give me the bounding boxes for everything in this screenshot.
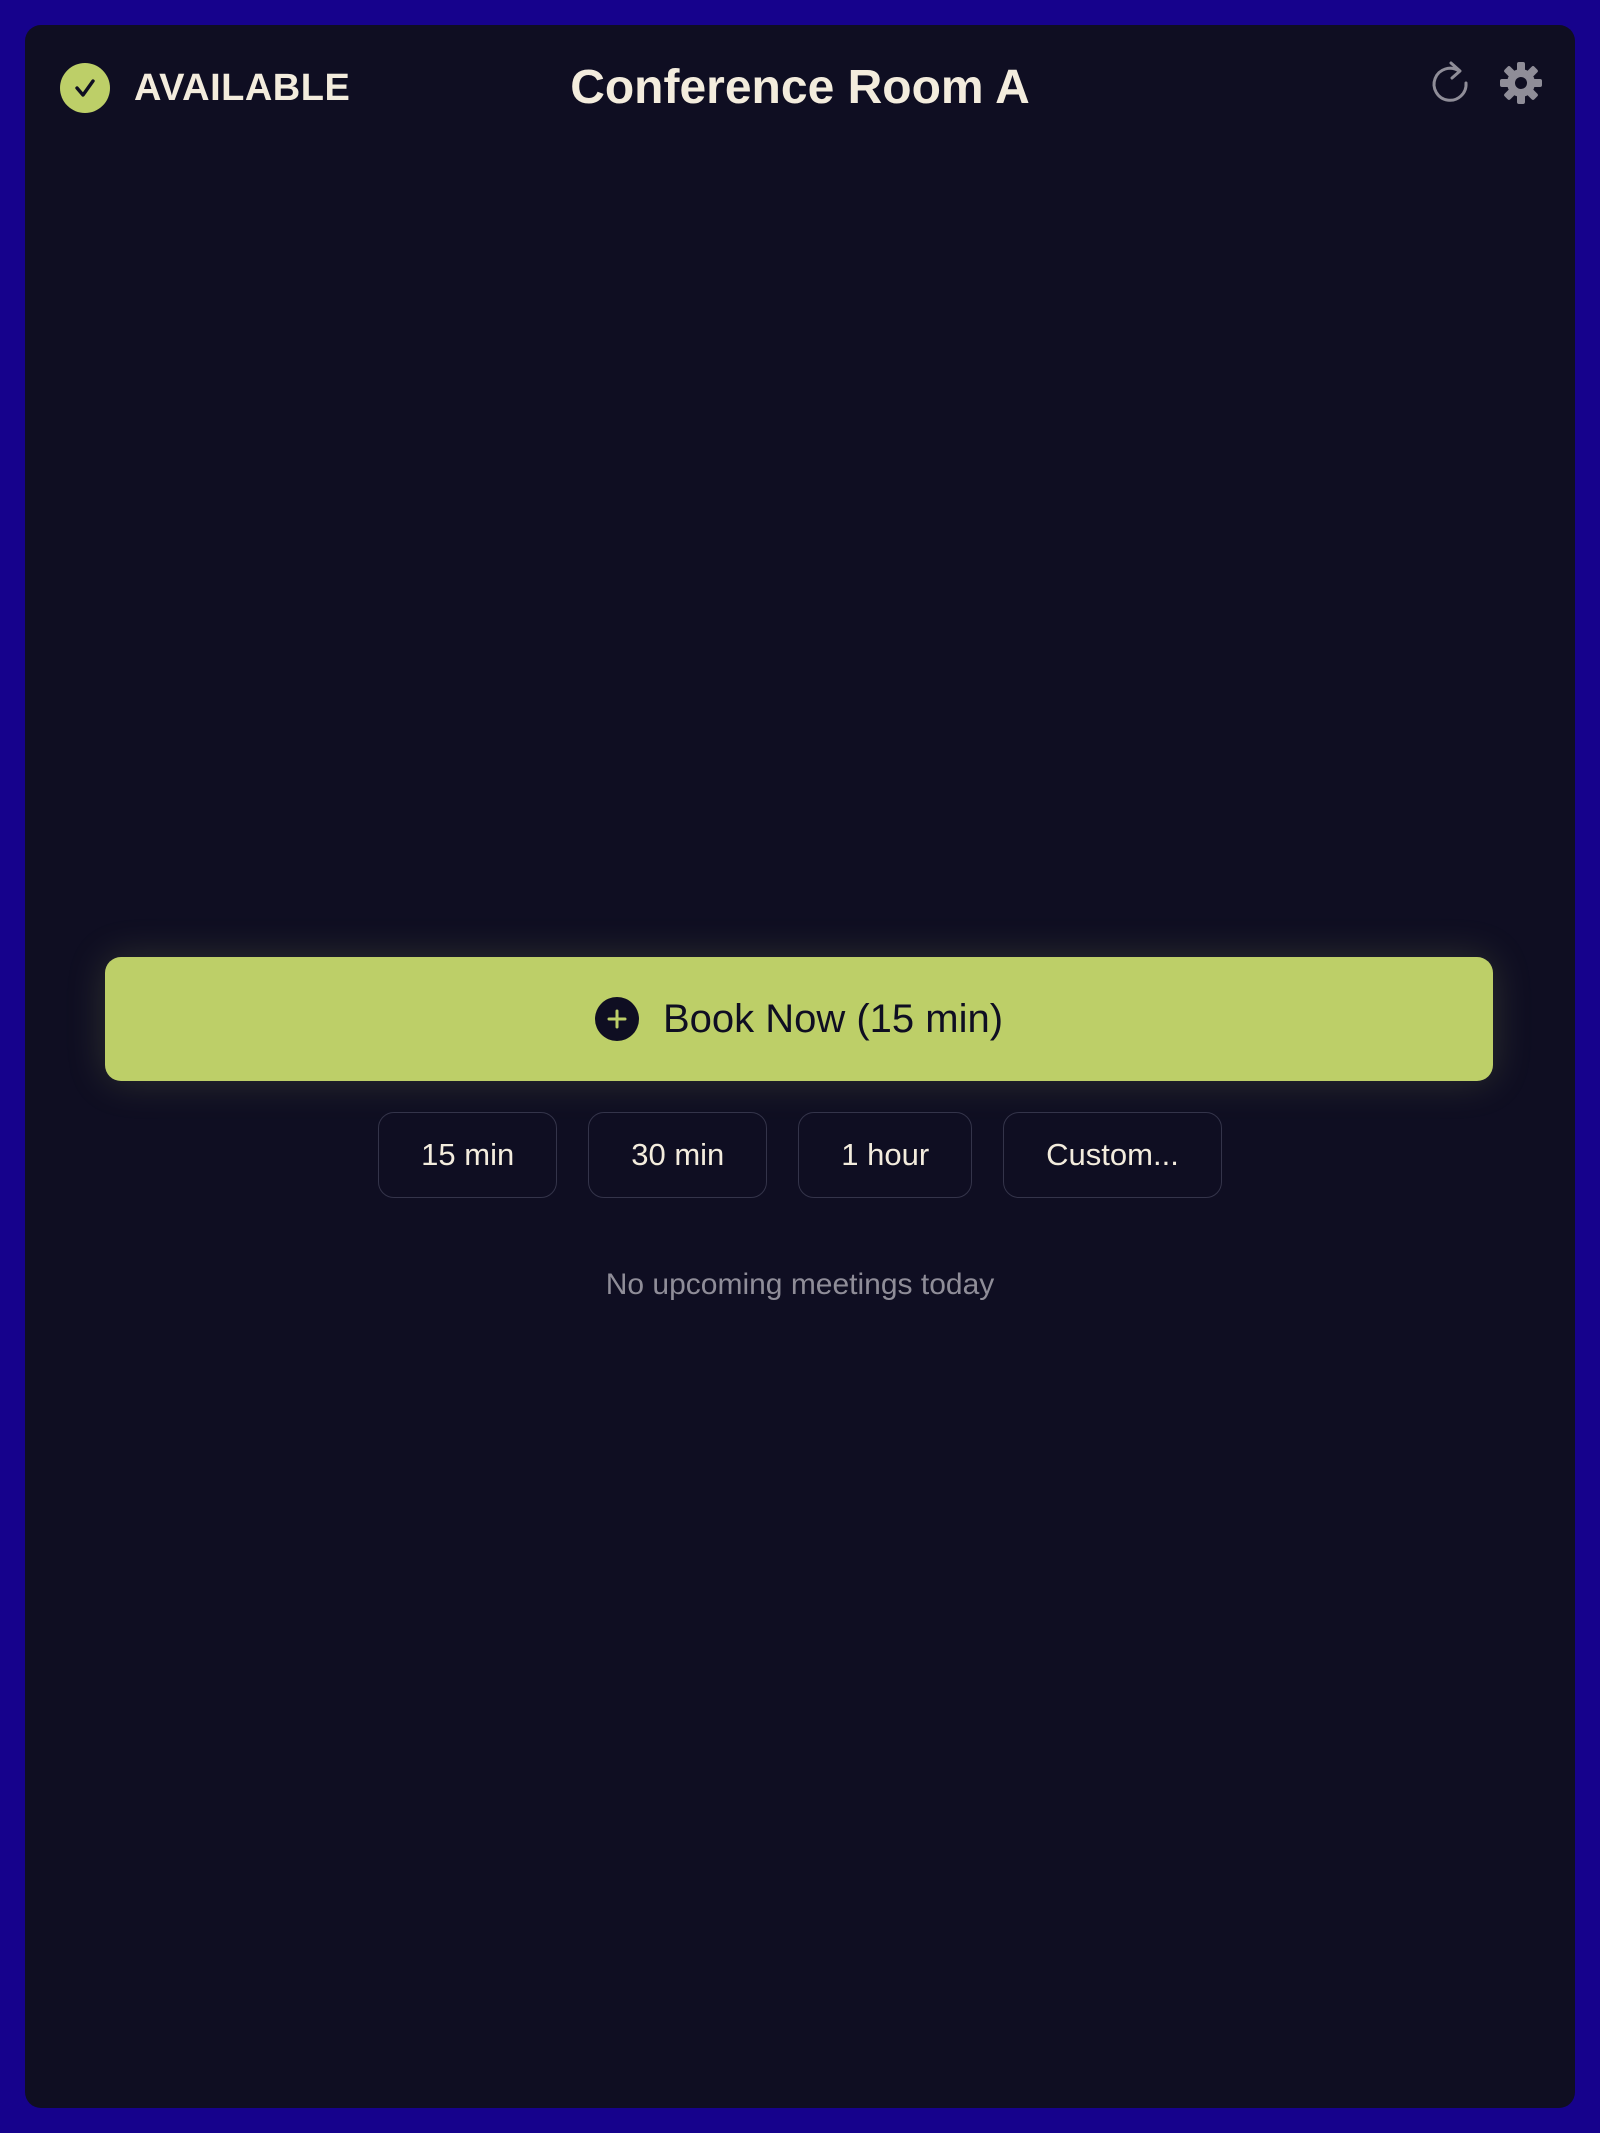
header-actions <box>1427 55 1545 111</box>
duration-options: 15 min 30 min 1 hour Custom... <box>25 1112 1575 1198</box>
settings-button[interactable] <box>1497 55 1545 111</box>
refresh-button[interactable] <box>1427 55 1475 111</box>
book-now-label: Book Now (15 min) <box>662 996 1004 1041</box>
duration-custom-button[interactable]: Custom... <box>1003 1112 1222 1198</box>
room-name: Conference Room A <box>570 61 1030 114</box>
plus-circle-icon <box>594 997 639 1041</box>
book-now-button[interactable]: Book Now (15 min) <box>105 957 1493 1081</box>
duration-30-min-button[interactable]: 30 min <box>588 1112 768 1198</box>
no-meetings-message: No upcoming meetings today <box>605 1268 995 1301</box>
room-display-screen: AVAILABLE Conference Room A Book Now (15… <box>25 25 1575 2108</box>
gear-icon <box>1500 62 1542 104</box>
duration-15-min-button[interactable]: 15 min <box>378 1112 558 1198</box>
duration-1-hour-button[interactable]: 1 hour <box>798 1112 973 1198</box>
refresh-icon <box>1432 61 1468 102</box>
